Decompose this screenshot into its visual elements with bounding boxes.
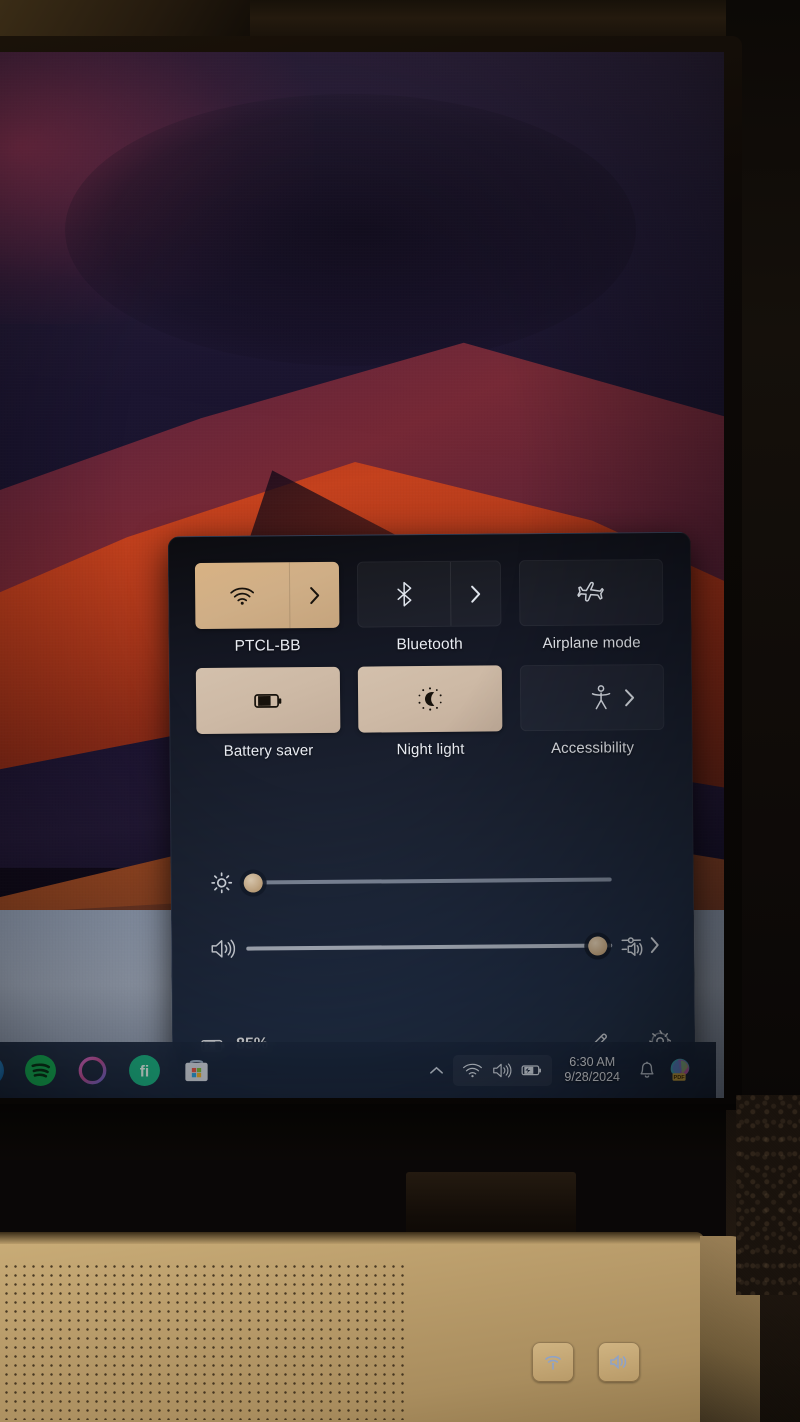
chevron-right-icon xyxy=(650,937,659,954)
tray-clock[interactable]: 6:30 AM 9/28/2024 xyxy=(552,1055,632,1085)
tile-wrap-bluetooth: Bluetooth xyxy=(356,560,502,654)
laptop-deck-lip xyxy=(0,1232,704,1244)
taskbar-app-copilot[interactable] xyxy=(70,1048,114,1092)
tile-night-light[interactable] xyxy=(357,665,503,733)
battery-saver-tray-icon xyxy=(521,1065,542,1076)
volume-track[interactable] xyxy=(246,935,613,958)
tile-wrap-airplane: Airplane mode xyxy=(518,558,664,653)
tile-wrap-wifi: PTCL-BB xyxy=(194,561,340,656)
tile-airplane-mode[interactable] xyxy=(518,558,664,627)
spotify-icon xyxy=(24,1054,56,1086)
battery-saver-icon xyxy=(254,694,282,708)
pdf-app-icon: PDF xyxy=(670,1058,690,1081)
taskbar: fi 6:30 AM 9/28/2024 PDF xyxy=(0,1042,716,1098)
svg-text:fi: fi xyxy=(139,1063,148,1080)
tile-wrap-battery-saver: Battery saver xyxy=(195,666,341,760)
accessibility-icon xyxy=(591,685,611,710)
taskbar-app-spotify[interactable] xyxy=(18,1048,62,1092)
chevron-right-icon xyxy=(310,586,320,604)
bell-icon xyxy=(640,1061,654,1078)
edge-icon xyxy=(0,1054,4,1086)
chevron-right-icon xyxy=(471,585,481,603)
laptop-speaker-grille xyxy=(0,1262,404,1420)
chevron-right-icon xyxy=(625,688,635,706)
tile-battery-saver-toggle[interactable] xyxy=(196,667,341,734)
tray-time: 6:30 AM xyxy=(569,1055,616,1069)
wifi-tray-icon xyxy=(463,1063,483,1078)
tile-wrap-accessibility: Accessibility xyxy=(519,663,665,757)
tile-wifi-toggle[interactable] xyxy=(195,562,290,629)
tile-label-wifi: PTCL-BB xyxy=(234,637,301,655)
mute-icon xyxy=(610,1354,627,1370)
tile-bluetooth-expand[interactable] xyxy=(449,561,501,626)
brightness-bar xyxy=(245,877,612,885)
fiverr-icon: fi xyxy=(128,1054,160,1086)
tray-overflow-button[interactable] xyxy=(419,1065,453,1076)
quick-settings-sliders xyxy=(197,853,668,975)
volume-icon xyxy=(211,939,236,958)
tile-label-bluetooth: Bluetooth xyxy=(396,635,463,654)
chevron-up-icon xyxy=(429,1066,443,1074)
wireless-key[interactable] xyxy=(532,1342,574,1382)
volume-thumb[interactable] xyxy=(588,935,608,956)
tile-wifi-expand[interactable] xyxy=(288,561,340,629)
night-light-icon xyxy=(418,687,442,711)
quick-settings-tile-grid: PTCL-BB Bluetooth Airplane mode Battery … xyxy=(194,558,667,768)
tile-night-light-toggle[interactable] xyxy=(358,665,503,732)
tile-label-accessibility: Accessibility xyxy=(550,739,635,757)
taskbar-app-microsoft-store[interactable] xyxy=(174,1048,218,1092)
quick-settings-panel: PTCL-BB Bluetooth Airplane mode Battery … xyxy=(167,531,696,1075)
tile-row-2: Battery saver Night light Accessibility xyxy=(195,663,667,760)
tile-bluetooth-toggle[interactable] xyxy=(358,562,451,627)
brightness-icon xyxy=(211,872,233,894)
copilot-icon xyxy=(78,1056,106,1084)
tile-wrap-night-light: Night light xyxy=(357,665,503,759)
taskbar-app-edge[interactable] xyxy=(0,1048,10,1092)
brightness-track[interactable] xyxy=(243,869,612,893)
tile-battery-saver[interactable] xyxy=(195,666,341,735)
svg-text:PDF: PDF xyxy=(673,1075,685,1081)
volume-bar xyxy=(246,943,613,951)
volume-icon-wrap[interactable] xyxy=(198,938,246,960)
audio-output-picker-icon xyxy=(621,937,643,956)
notification-button[interactable] xyxy=(632,1061,662,1080)
tile-row-1: PTCL-BB Bluetooth Airplane mode xyxy=(194,558,666,656)
taskbar-apps: fi xyxy=(0,1042,218,1098)
photo-of-laptop-screen: PTCL-BB Bluetooth Airplane mode Battery … xyxy=(0,0,800,1422)
taskbar-system-tray: 6:30 AM 9/28/2024 PDF xyxy=(419,1042,698,1098)
wireless-icon xyxy=(545,1355,561,1370)
microsoft-store-icon xyxy=(184,1059,208,1081)
taskbar-app-pdf[interactable]: PDF xyxy=(662,1056,698,1084)
laptop-hinge-shadow xyxy=(0,1104,750,1160)
tile-accessibility[interactable] xyxy=(519,663,665,732)
tile-airplane-toggle[interactable] xyxy=(520,560,663,625)
mute-key[interactable] xyxy=(598,1342,640,1382)
tile-label-night-light: Night light xyxy=(396,740,465,759)
tray-status-group[interactable] xyxy=(453,1054,553,1086)
brightness-icon-wrap xyxy=(198,872,246,894)
audio-output-picker[interactable] xyxy=(612,933,668,957)
surface-texture xyxy=(736,1095,800,1295)
volume-slider-row xyxy=(198,919,668,975)
volume-tray-icon xyxy=(493,1062,512,1078)
taskbar-app-fiverr[interactable]: fi xyxy=(122,1048,166,1092)
brightness-thumb[interactable] xyxy=(243,872,264,893)
brightness-slider-row xyxy=(197,853,667,909)
tile-accessibility-expand[interactable] xyxy=(619,665,664,729)
tile-accessibility-toggle[interactable] xyxy=(521,665,620,730)
bluetooth-icon xyxy=(397,581,412,607)
wifi-icon xyxy=(230,587,255,605)
airplane-icon xyxy=(577,581,604,602)
tile-wifi[interactable] xyxy=(194,561,340,630)
tile-bluetooth[interactable] xyxy=(356,560,502,628)
tile-label-battery-saver: Battery saver xyxy=(223,742,314,760)
tile-label-airplane: Airplane mode xyxy=(542,634,641,653)
tray-date: 9/28/2024 xyxy=(564,1070,620,1084)
laptop-screen: PTCL-BB Bluetooth Airplane mode Battery … xyxy=(0,52,724,1098)
